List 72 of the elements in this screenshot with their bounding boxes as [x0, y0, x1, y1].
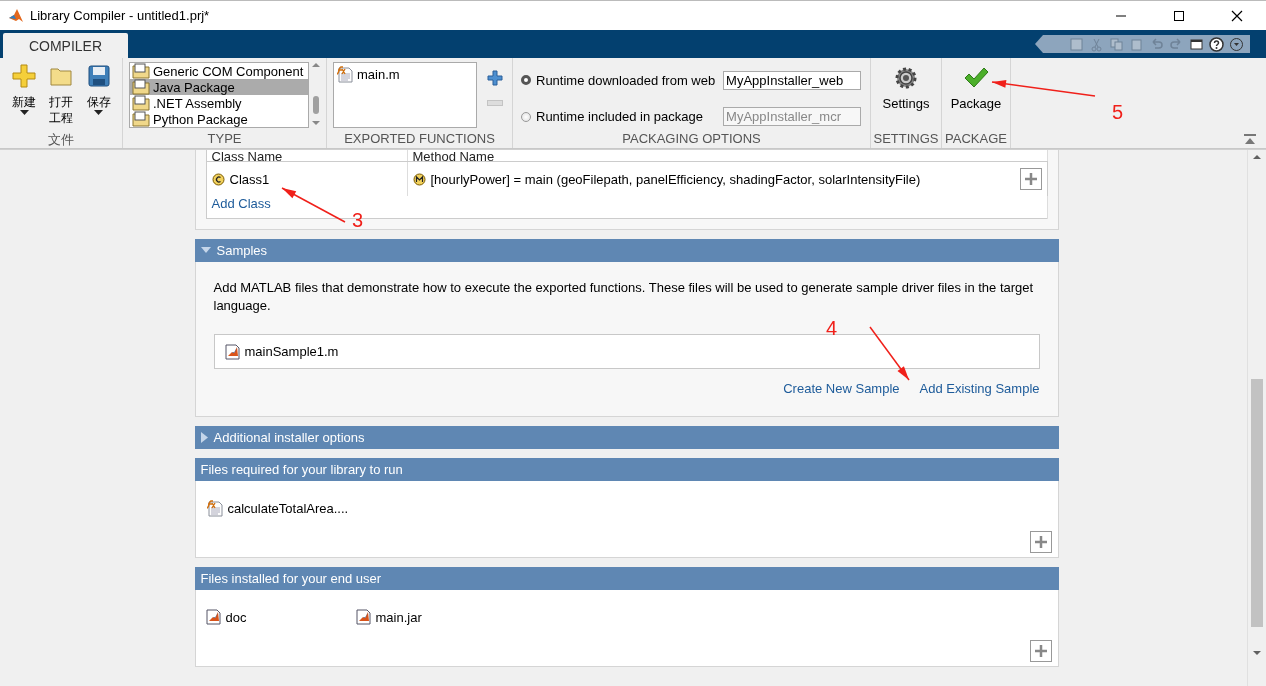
type-item[interactable]: Python Package: [130, 111, 308, 127]
file-name[interactable]: main.jar: [375, 609, 422, 625]
plus-icon: [1033, 535, 1048, 549]
settings-icon: [894, 66, 918, 90]
sample-link[interactable]: Add Existing Sample: [919, 381, 1040, 396]
group-label: TYPE: [206, 131, 243, 148]
group-label: EXPORTED FUNCTIONS: [343, 131, 496, 148]
maximize-icon[interactable]: [1173, 9, 1185, 22]
group-label: PACKAGING OPTIONS: [621, 131, 762, 148]
plus-icon: [12, 64, 37, 88]
function-file-icon: [205, 499, 224, 517]
checkmark-icon: [963, 66, 989, 90]
section-header[interactable]: Files required for your library to run: [194, 458, 1059, 481]
type-item[interactable]: .NET Assembly: [130, 95, 308, 111]
file-name[interactable]: calculateTotalArea....: [227, 500, 349, 516]
close-icon[interactable]: [1231, 9, 1243, 22]
scrollbar-thumb[interactable]: [313, 96, 319, 114]
plus-icon: [1023, 172, 1038, 186]
scroll-down-icon[interactable]: [311, 120, 321, 126]
add-button[interactable]: [1019, 168, 1042, 190]
dropdown-icon[interactable]: [1229, 36, 1244, 52]
package-button[interactable]: Package: [946, 62, 1006, 131]
collapse-ribbon-icon[interactable]: [1244, 134, 1256, 144]
group-label: 文件: [47, 131, 75, 148]
matlab-file-icon: [205, 609, 222, 625]
ribbon-tab[interactable]: COMPILER: [3, 33, 128, 58]
package-icon: [132, 95, 150, 111]
type-item[interactable]: Java Package: [130, 79, 308, 95]
column-header: Class Name: [206, 150, 407, 162]
sample-link[interactable]: Create New Sample: [783, 381, 900, 396]
function-file-icon: [336, 65, 354, 83]
file-name[interactable]: mainSample1.m: [244, 344, 339, 359]
group-label: SETTINGS: [872, 131, 940, 148]
installer-name-field[interactable]: MyAppInstaller_web: [723, 70, 862, 90]
annotation-number: 5: [1112, 101, 1124, 124]
windows-icon[interactable]: [1189, 36, 1204, 52]
settings-button[interactable]: Settings: [878, 62, 934, 131]
matlab-file-icon: [355, 609, 372, 625]
add-button[interactable]: [1029, 640, 1052, 662]
annotation-number: 4: [826, 317, 838, 340]
samples-description: Add MATLAB files that demonstrate how to execute the exported functions. These files will be used to generate sample driver files in the target language.: [213, 279, 1035, 315]
scrollbar-thumb[interactable]: [1251, 379, 1263, 627]
scroll-up-icon[interactable]: [311, 62, 321, 68]
toolbar-button[interactable]: 保存: [80, 62, 117, 131]
toolbar-button[interactable]: 打开 工程: [43, 62, 80, 131]
radio-button[interactable]: [521, 75, 531, 86]
window-title: Library Compiler - untitled1.prj*: [30, 8, 210, 23]
matlab-file-icon: [224, 343, 241, 360]
annotation-number: 3: [352, 209, 364, 232]
scroll-down-icon[interactable]: [1252, 650, 1262, 656]
section-header[interactable]: Files installed for your end user: [194, 567, 1059, 590]
plus-icon: [1033, 644, 1048, 658]
add-button[interactable]: [1029, 531, 1052, 553]
type-item[interactable]: Generic COM Component: [130, 63, 308, 79]
scroll-up-icon[interactable]: [1252, 154, 1262, 160]
method-icon: [412, 172, 426, 186]
add-icon[interactable]: [487, 70, 503, 86]
column-header: Method Name: [407, 150, 1047, 162]
annotation-arrow: [281, 187, 346, 223]
section-header[interactable]: Additional installer options: [194, 426, 1059, 449]
radio-option[interactable]: Runtime downloaded from web: [521, 72, 721, 88]
add-class-link[interactable]: Add Class: [211, 196, 271, 211]
package-icon: [132, 79, 150, 95]
annotation-arrow: [869, 326, 910, 381]
matlab-logo-icon: [8, 7, 24, 24]
section-header[interactable]: Samples: [194, 239, 1059, 262]
file-name[interactable]: doc: [225, 609, 247, 625]
group-label: PACKAGE: [944, 131, 1008, 148]
help-icon[interactable]: [1209, 36, 1224, 52]
toolbar-button[interactable]: 新建: [6, 62, 43, 131]
class-icon: [211, 172, 225, 186]
method-cell[interactable]: [hourlyPower] = main (geoFilepath, panelEfficiency, shadingFactor, solarIntensityFile): [407, 161, 1047, 196]
